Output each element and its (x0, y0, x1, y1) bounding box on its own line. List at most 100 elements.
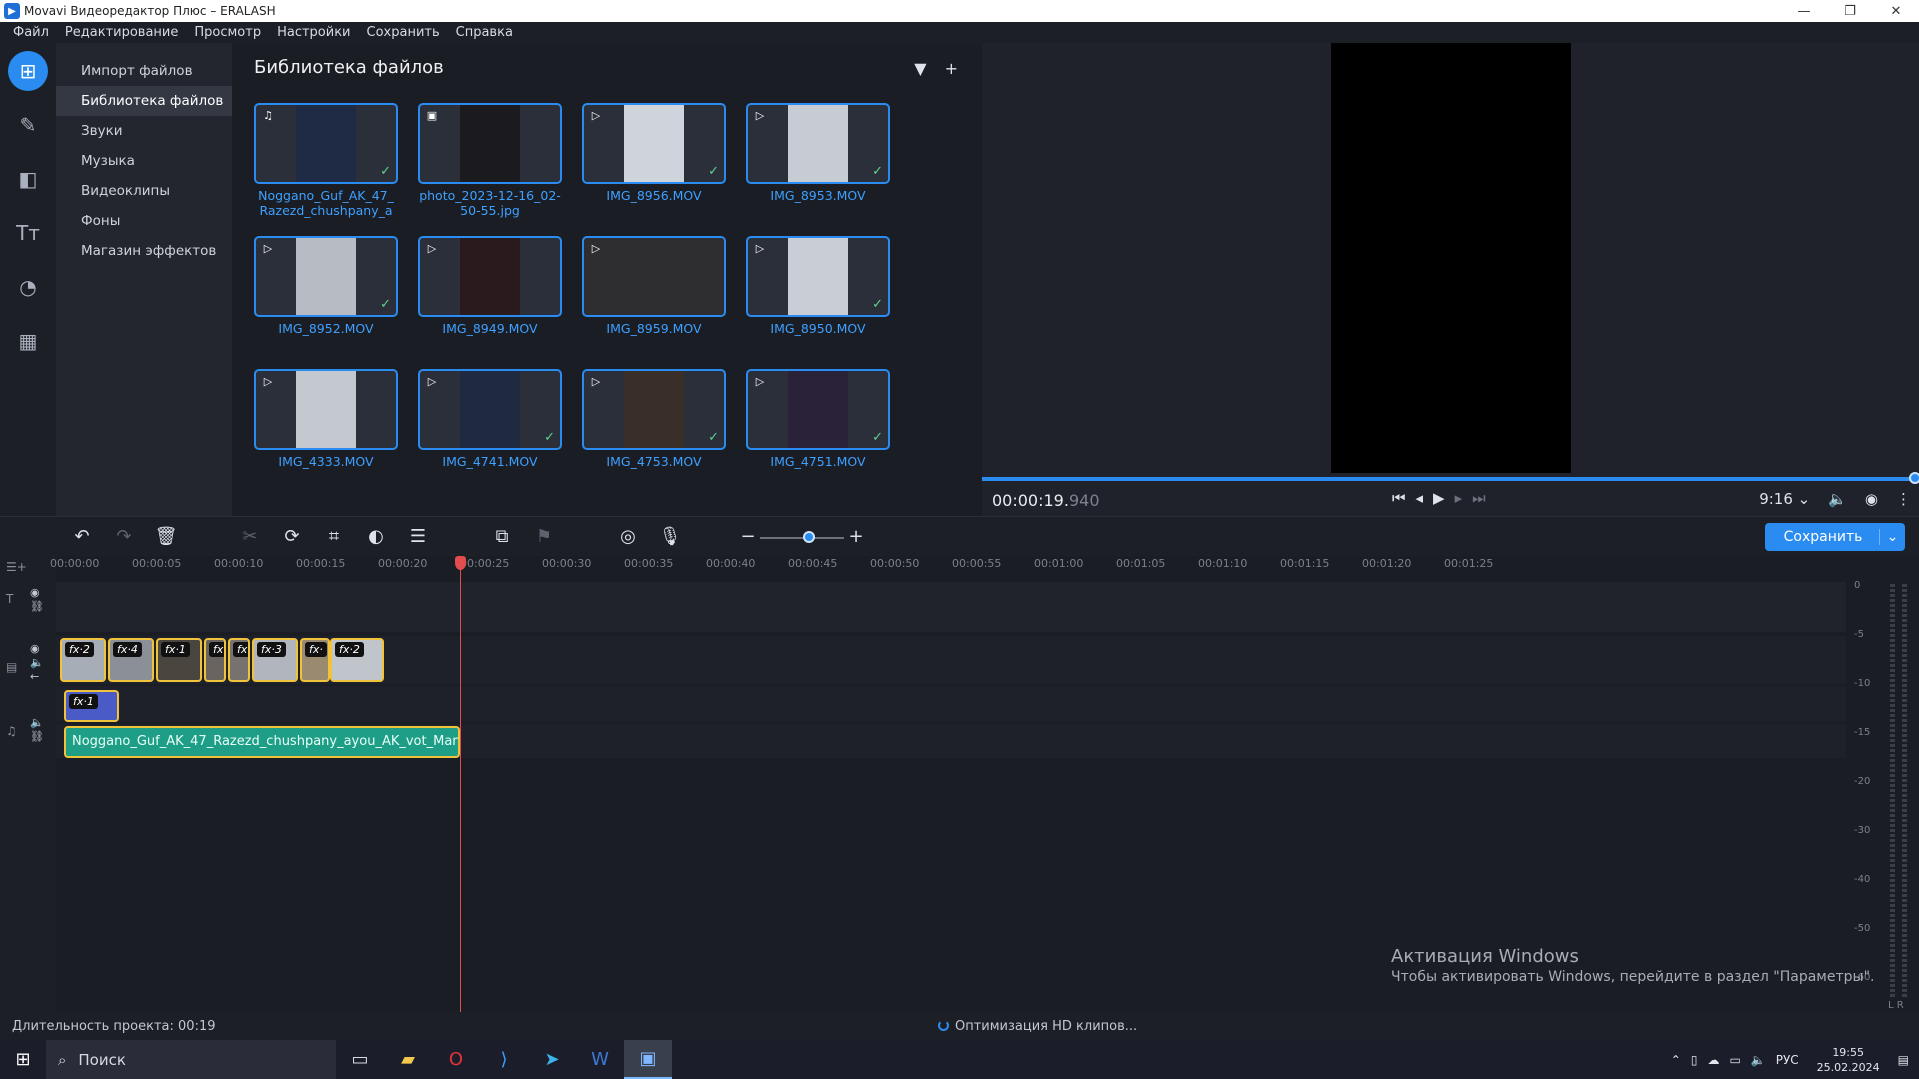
media-thumbnail[interactable]: ▷ ✓ (582, 369, 726, 450)
title-link-icon[interactable]: ⛓ (30, 600, 44, 613)
microphone-icon[interactable]: 🎙 (658, 525, 682, 549)
menu-view[interactable]: Просмотр (194, 25, 261, 40)
redo-icon[interactable]: ↷ (112, 525, 136, 549)
export-button[interactable]: Сохранить ⌄ (1765, 523, 1905, 551)
overlay-clip[interactable]: fx·1 (64, 690, 119, 722)
category-videoclips[interactable]: Видеоклипы (56, 176, 232, 206)
network-icon[interactable]: ▭ (1729, 1053, 1740, 1067)
rotate-icon[interactable]: ⟳ (280, 525, 304, 549)
movavi-taskbar-icon[interactable]: ▣ (624, 1040, 672, 1079)
marker-icon[interactable]: ⚑ (532, 525, 556, 549)
video-clip[interactable]: fx· (300, 638, 330, 682)
more-options-icon[interactable]: ⋮ (1896, 490, 1911, 508)
title-visibility-icon[interactable]: ◉ (30, 586, 40, 599)
minimize-button[interactable]: — (1781, 0, 1827, 22)
video-clip[interactable]: fx (228, 638, 250, 682)
category-effects-store[interactable]: Магазин эффектов (56, 236, 232, 266)
add-track-icon[interactable]: ☰+ (6, 560, 27, 574)
vscode-icon[interactable]: ⟩ (480, 1040, 528, 1079)
export-dropdown-icon[interactable]: ⌄ (1879, 529, 1905, 545)
video-clip[interactable]: fx·3 (252, 638, 298, 682)
volume-tray-icon[interactable]: 🔈 (1751, 1053, 1766, 1067)
notifications-icon[interactable]: ▤ (1898, 1053, 1909, 1067)
menu-file[interactable]: Файл (13, 25, 49, 40)
media-thumbnail[interactable]: ▷ ✓ (746, 369, 890, 450)
category-library[interactable]: Библиотека файлов (56, 86, 232, 116)
menu-edit[interactable]: Редактирование (65, 25, 178, 40)
close-button[interactable]: ✕ (1873, 0, 1919, 22)
clock[interactable]: 19:55 25.02.2024 (1817, 1045, 1880, 1075)
overlay-track[interactable]: fx·1 (56, 686, 1846, 722)
video-mute-icon[interactable]: 🔈 (30, 656, 44, 669)
category-sounds[interactable]: Звуки (56, 116, 232, 146)
audio-clip[interactable]: Noggano_Guf_AK_47_Razezd_chushpany_ayou_… (64, 726, 460, 758)
media-item[interactable]: ▷ ✓ IMG_8956.MOV (582, 103, 726, 224)
menu-settings[interactable]: Настройки (277, 25, 350, 40)
media-item[interactable]: ▷ ✓ IMG_8953.MOV (746, 103, 890, 224)
video-clip[interactable]: fx·2 (330, 638, 384, 682)
scrubber-handle[interactable] (1909, 472, 1919, 484)
snapshot-icon[interactable]: ◉ (1865, 490, 1878, 508)
skip-end-icon[interactable]: ⏭ (1472, 489, 1486, 507)
zoom-slider-handle[interactable] (803, 531, 815, 543)
video-link-icon[interactable]: ← (30, 670, 39, 683)
import-icon[interactable]: ⊞ (8, 51, 48, 91)
magic-wand-icon[interactable]: ✎ (8, 105, 48, 145)
playhead-line[interactable] (460, 564, 461, 1012)
skip-start-icon[interactable]: ⏮ (1392, 489, 1406, 507)
step-back-icon[interactable]: ◂ (1416, 489, 1424, 507)
video-clip[interactable]: fx (204, 638, 226, 682)
volume-icon[interactable]: 🔈 (1828, 490, 1847, 508)
file-explorer-icon[interactable]: ▰ (384, 1040, 432, 1079)
video-visibility-icon[interactable]: ◉ (30, 642, 40, 655)
category-import[interactable]: Импорт файлов (56, 56, 232, 86)
media-item[interactable]: ▷ IMG_4333.MOV (254, 369, 398, 490)
media-item[interactable]: ▷ IMG_8949.MOV (418, 236, 562, 357)
zoom-in-icon[interactable]: + (844, 525, 868, 549)
media-item[interactable]: ♫ ✓ Noggano_Guf_AK_47_Razezd_chushpany_a (254, 103, 398, 224)
record-icon[interactable]: ◎ (616, 525, 640, 549)
media-item[interactable]: ▣ photo_2023-12-16_02-50-55.jpg (418, 103, 562, 224)
tray-chevron-icon[interactable]: ⌃ (1671, 1053, 1681, 1067)
zoom-out-icon[interactable]: − (736, 525, 760, 549)
video-track[interactable]: fx·2 fx·4 fx·1 fx fx fx·3 fx· fx·2 (56, 636, 1846, 684)
category-backgrounds[interactable]: Фоны (56, 206, 232, 236)
media-item[interactable]: ▷ ✓ IMG_4751.MOV (746, 369, 890, 490)
audio-track[interactable]: Noggano_Guf_AK_47_Razezd_chushpany_ayou_… (56, 724, 1846, 758)
media-thumbnail[interactable]: ▷ (582, 236, 726, 317)
tray-onedrive-icon[interactable]: ☁ (1707, 1053, 1719, 1067)
more-tools-icon[interactable]: ▦ (8, 321, 48, 361)
media-item[interactable]: ▷ ✓ IMG_4753.MOV (582, 369, 726, 490)
video-clip[interactable]: fx·4 (108, 638, 154, 682)
media-thumbnail[interactable]: ▷ ✓ (582, 103, 726, 184)
preview-scrubber[interactable] (982, 477, 1919, 481)
media-thumbnail[interactable]: ▷ ✓ (418, 369, 562, 450)
media-item[interactable]: ▷ ✓ IMG_4741.MOV (418, 369, 562, 490)
video-clip[interactable]: fx·2 (60, 638, 106, 682)
media-item[interactable]: ▷ IMG_8959.MOV (582, 236, 726, 357)
media-thumbnail[interactable]: ▷ (418, 236, 562, 317)
color-adjust-icon[interactable]: ◐ (364, 525, 388, 549)
delete-icon[interactable]: 🗑 (154, 525, 178, 549)
video-clip[interactable]: fx·1 (156, 638, 202, 682)
playhead-handle[interactable] (455, 556, 466, 570)
taskbar-search[interactable]: ⌕ Поиск (46, 1040, 336, 1079)
play-icon[interactable]: ▶ (1433, 489, 1445, 507)
menu-save[interactable]: Сохранить (367, 25, 440, 40)
media-thumbnail[interactable]: ♫ ✓ (254, 103, 398, 184)
filter-icon[interactable]: ▼ (914, 59, 926, 78)
media-item[interactable]: ▷ ✓ IMG_8952.MOV (254, 236, 398, 357)
audio-mute-icon[interactable]: 🔈 (30, 716, 44, 729)
title-track[interactable] (56, 582, 1846, 632)
media-item[interactable]: ▷ ✓ IMG_8950.MOV (746, 236, 890, 357)
overlay-icon[interactable]: ⧉ (490, 525, 514, 549)
timeline-ruler[interactable]: 00:00:00 00:00:05 00:00:10 00:00:15 00:00:20… (50, 556, 1846, 576)
media-thumbnail[interactable]: ▣ (418, 103, 562, 184)
media-thumbnail[interactable]: ▷ ✓ (746, 103, 890, 184)
language-indicator[interactable]: РУС (1776, 1053, 1799, 1067)
zoom-slider[interactable] (760, 537, 844, 539)
crop-icon[interactable]: ⌗ (322, 525, 346, 549)
add-icon[interactable]: + (945, 59, 958, 78)
telegram-icon[interactable]: ➤ (528, 1040, 576, 1079)
opera-icon[interactable]: O (432, 1040, 480, 1079)
